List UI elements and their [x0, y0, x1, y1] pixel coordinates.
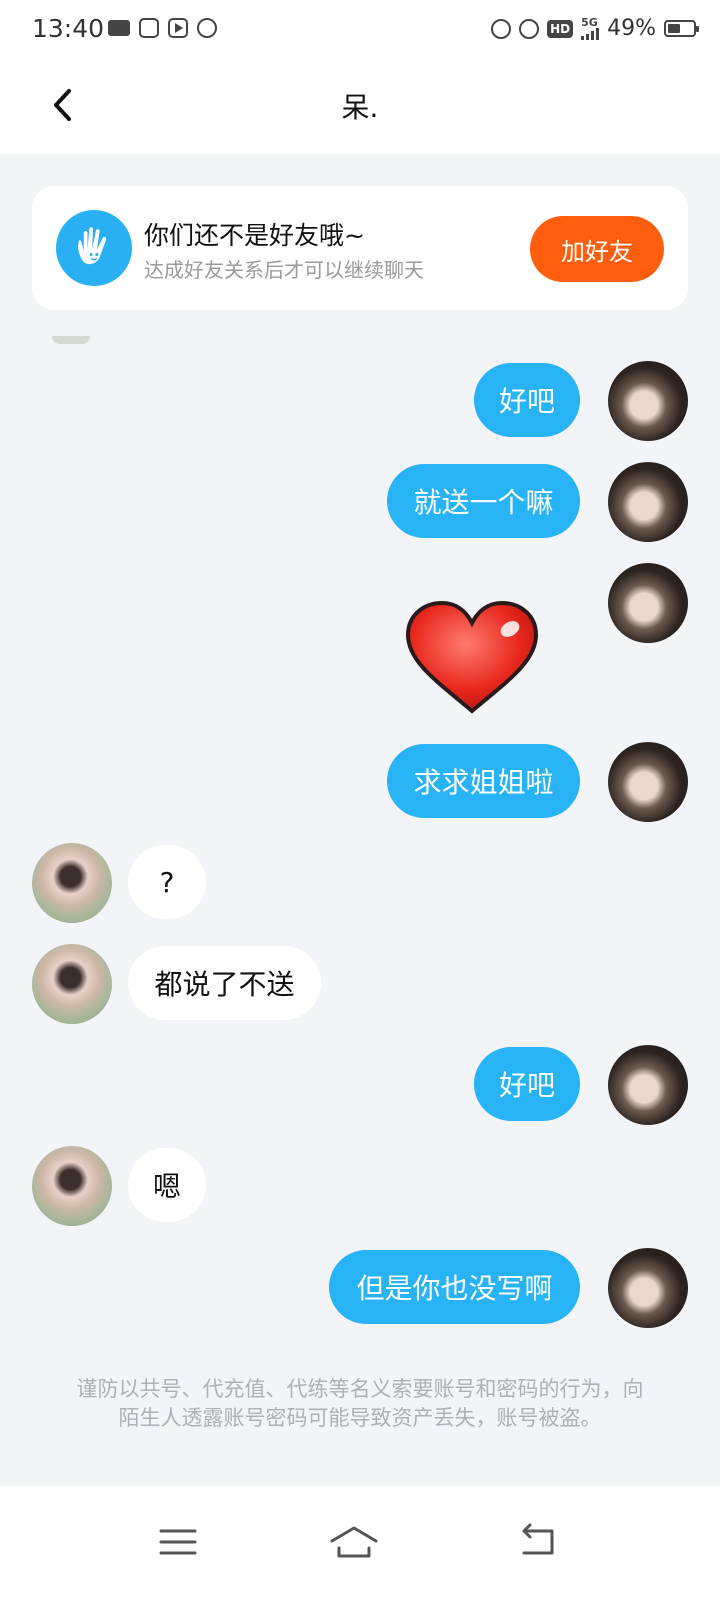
- add-friend-button[interactable]: 加好友: [530, 216, 664, 282]
- security-warning: 谨防以共号、代充值、代练等名义索要账号和密码的行为，向陌生人透露账号密码可能导致…: [76, 1377, 644, 1430]
- heart-sticker-icon[interactable]: [402, 599, 542, 717]
- contact-avatar[interactable]: [32, 944, 112, 1024]
- message-bubble[interactable]: 但是你也没写啊: [329, 1250, 580, 1324]
- app-notification-icon: [197, 18, 217, 38]
- friend-card-title: 你们还不是好友哦~: [144, 221, 365, 250]
- home-icon: [330, 1526, 378, 1558]
- system-nav-bar: [0, 1486, 720, 1600]
- my-avatar[interactable]: [608, 742, 688, 822]
- menu-button[interactable]: [148, 1512, 208, 1572]
- friend-card-subtitle: 达成好友关系后才可以继续聊天: [144, 258, 424, 282]
- signal-icon: [581, 28, 600, 40]
- hd-icon: HD: [547, 19, 574, 38]
- my-avatar[interactable]: [608, 563, 688, 643]
- message-bubble[interactable]: ?: [128, 845, 206, 919]
- notification-icons: [108, 18, 217, 38]
- screenshot-icon: [139, 18, 159, 38]
- message-bubble[interactable]: 嗯: [128, 1148, 206, 1222]
- back-icon: [522, 1523, 554, 1555]
- message-bubble[interactable]: 好吧: [474, 363, 580, 437]
- message-bubble[interactable]: 好吧: [474, 1047, 580, 1121]
- home-button[interactable]: [324, 1512, 384, 1572]
- truncated-sticker: [52, 336, 90, 344]
- my-avatar[interactable]: [608, 462, 688, 542]
- battery-percent: 49%: [607, 16, 656, 41]
- chat-header: 呆.: [0, 58, 720, 154]
- battery-fill: [668, 24, 680, 33]
- system-icons: HD 5G 49%: [491, 16, 699, 41]
- my-avatar[interactable]: [608, 1045, 688, 1125]
- contact-avatar[interactable]: [32, 843, 112, 923]
- battery-icon: [664, 20, 699, 37]
- my-avatar[interactable]: [608, 1248, 688, 1328]
- alarm-icon: [491, 18, 512, 39]
- chat-title: 呆.: [341, 91, 379, 124]
- play-icon: [168, 18, 188, 38]
- video-icon: [108, 20, 130, 36]
- status-bar: 13:40 HD 5G 49%: [0, 0, 720, 58]
- add-friend-banner: 你们还不是好友哦~ 达成好友关系后才可以继续聊天 加好友: [32, 186, 688, 310]
- message-bubble[interactable]: 求求姐姐啦: [387, 744, 580, 818]
- status-time: 13:40: [32, 14, 105, 43]
- menu-icon: [159, 1529, 197, 1555]
- hand-wave-icon: [56, 210, 132, 286]
- contact-avatar[interactable]: [32, 1146, 112, 1226]
- message-bubble[interactable]: 都说了不送: [128, 946, 321, 1020]
- network-label: 5G: [581, 16, 598, 29]
- mute-icon: [519, 18, 540, 39]
- back-nav-button[interactable]: [508, 1512, 568, 1572]
- my-avatar[interactable]: [608, 361, 688, 441]
- message-bubble[interactable]: 就送一个嘛: [387, 464, 580, 538]
